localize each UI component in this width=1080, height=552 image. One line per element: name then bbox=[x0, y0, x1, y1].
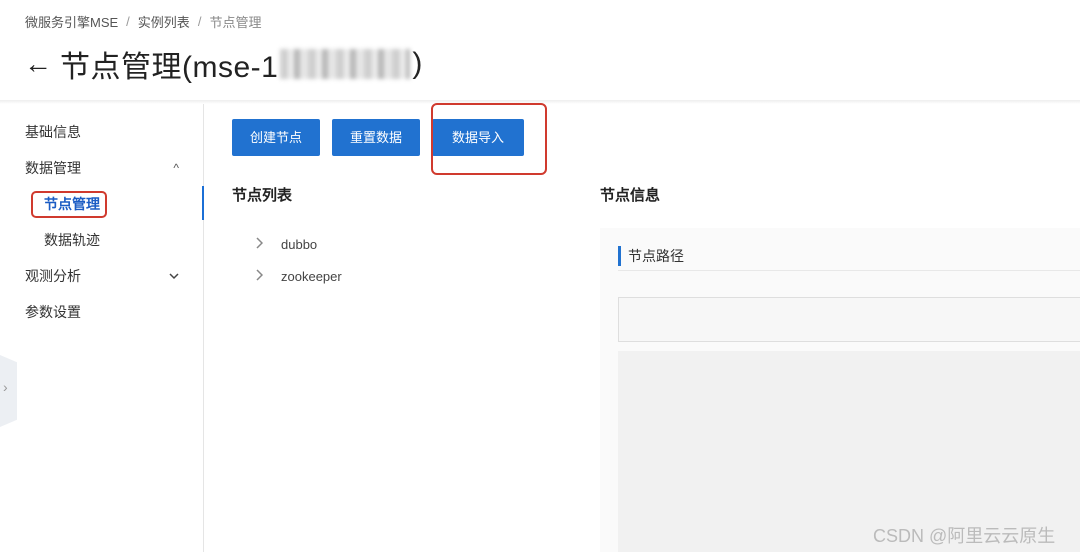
arrow-left-icon[interactable]: ← bbox=[24, 50, 52, 78]
sidebar-item-observability[interactable]: 观测分析 bbox=[25, 266, 193, 286]
chevron-right-icon[interactable] bbox=[255, 268, 281, 284]
sidebar: 基础信息 数据管理 ^ 节点管理 数据轨迹 观测分析 参数设置 bbox=[0, 104, 204, 552]
create-node-button[interactable]: 创建节点 bbox=[232, 119, 321, 156]
sidebar-item-basic-info[interactable]: 基础信息 bbox=[25, 122, 81, 142]
tree-node-zookeeper[interactable]: zookeeper bbox=[255, 268, 342, 284]
sidebar-item-parameter-settings[interactable]: 参数设置 bbox=[25, 302, 81, 322]
chevron-right-icon: › bbox=[3, 379, 8, 395]
active-indicator bbox=[202, 186, 204, 220]
node-info-title: 节点信息 bbox=[600, 187, 661, 204]
import-button-highlight bbox=[431, 103, 547, 175]
sidebar-item-data-trace[interactable]: 数据轨迹 bbox=[44, 230, 100, 250]
page-title: 节点管理(mse-1 bbox=[60, 51, 279, 84]
breadcrumb-separator: / bbox=[126, 14, 130, 29]
node-path-label: 节点路径 bbox=[618, 246, 684, 266]
sidebar-item-label: 数据管理 bbox=[25, 160, 81, 176]
breadcrumb-current: 节点管理 bbox=[209, 15, 262, 30]
watermark: CSDN @阿里云云原生 bbox=[873, 526, 1056, 546]
chevron-down-icon bbox=[169, 266, 179, 286]
reset-data-button[interactable]: 重置数据 bbox=[332, 119, 421, 156]
blurred-instance-id bbox=[280, 49, 411, 79]
divider bbox=[618, 270, 1080, 271]
tree-node-dubbo[interactable]: dubbo bbox=[255, 236, 317, 252]
breadcrumb-mse[interactable]: 微服务引擎MSE bbox=[25, 12, 118, 31]
breadcrumb-instance-list[interactable]: 实例列表 bbox=[138, 12, 190, 31]
chevron-up-icon: ^ bbox=[173, 161, 179, 175]
page-title-suffix: ) bbox=[412, 47, 423, 80]
node-list-title: 节点列表 bbox=[232, 187, 293, 204]
page-header: ← 节点管理(mse-1 ) bbox=[24, 42, 422, 86]
tree-node-label: zookeeper bbox=[281, 268, 342, 284]
chevron-right-icon[interactable] bbox=[255, 236, 281, 252]
sidebar-item-label: 观测分析 bbox=[25, 268, 81, 284]
breadcrumb: 微服务引擎MSE / 实例列表 / 节点管理 bbox=[25, 12, 261, 31]
tree-node-label: dubbo bbox=[281, 236, 318, 252]
sidebar-item-node-management[interactable]: 节点管理 bbox=[44, 194, 100, 214]
breadcrumb-separator: / bbox=[197, 14, 202, 29]
sidebar-item-data-management[interactable]: 数据管理 ^ bbox=[25, 158, 193, 178]
expand-drawer-handle[interactable]: › bbox=[0, 355, 17, 427]
node-path-field[interactable] bbox=[618, 297, 1080, 342]
